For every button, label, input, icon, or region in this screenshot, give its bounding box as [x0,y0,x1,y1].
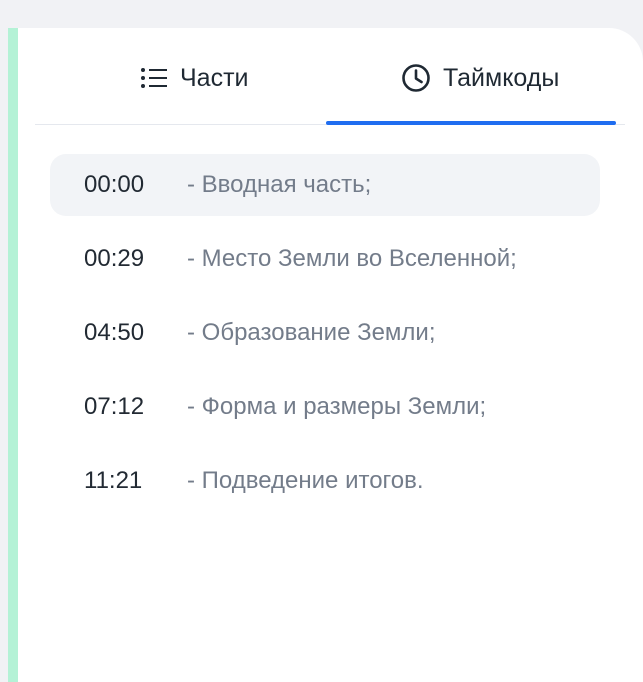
tab-bar: Части Таймкоды [18,28,643,125]
timecode-list: 00:00 - Вводная часть; 00:29 - Место Зем… [50,154,600,524]
accent-strip [8,28,18,682]
list-icon [140,67,168,89]
timecode-row[interactable]: 11:21 - Подведение итогов. [50,450,600,512]
timecodes-panel: Части Таймкоды 00:00 - Вводная часть; 00… [18,28,643,682]
clock-icon [401,63,431,93]
timecode-row[interactable]: 00:29 - Место Земли во Вселенной; [50,228,600,290]
tab-timecodes[interactable]: Таймкоды [401,58,559,98]
timecode-title: - Вводная часть; [187,171,372,198]
timecode-time: 07:12 [84,393,145,420]
active-tab-indicator [326,121,616,125]
timecode-row[interactable]: 07:12 - Форма и размеры Земли; [50,376,600,438]
timecode-time: 00:29 [84,245,145,272]
timecode-title: - Подведение итогов. [187,467,424,494]
tab-parts[interactable]: Части [140,58,248,98]
timecode-time: 04:50 [84,319,145,346]
timecode-time: 11:21 [84,467,143,494]
tab-timecodes-label: Таймкоды [443,63,560,92]
timecode-title: - Место Земли во Вселенной; [187,245,517,272]
timecode-title: - Образование Земли; [187,319,436,346]
tab-parts-label: Части [180,63,249,92]
timecode-title: - Форма и размеры Земли; [187,393,487,420]
timecode-row[interactable]: 00:00 - Вводная часть; [50,154,600,216]
timecode-row[interactable]: 04:50 - Образование Земли; [50,302,600,364]
timecode-time: 00:00 [84,171,145,198]
